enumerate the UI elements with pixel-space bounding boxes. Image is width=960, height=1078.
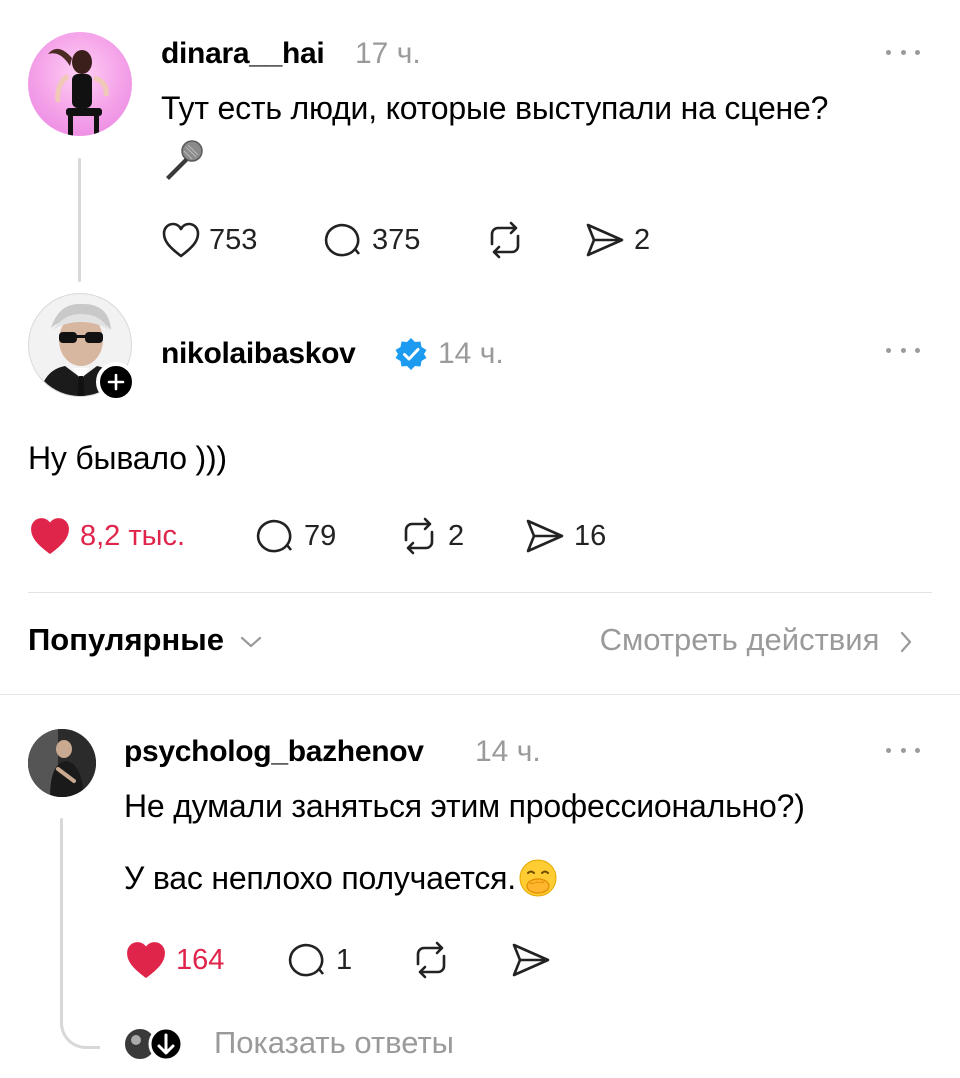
share-icon xyxy=(512,943,550,977)
repost-button[interactable] xyxy=(410,940,452,980)
comment-count: 1 xyxy=(336,943,353,976)
divider xyxy=(0,694,960,695)
post-text: Ну бывало ))) xyxy=(28,440,227,476)
plus-icon xyxy=(107,373,125,391)
like-count: 8,2 тыс. xyxy=(80,519,186,552)
share-button[interactable] xyxy=(510,940,552,980)
post-author[interactable]: nikolaibaskov xyxy=(161,337,356,371)
sort-label: Популярные xyxy=(28,622,224,657)
comment-icon xyxy=(324,223,361,257)
heart-icon xyxy=(127,942,165,978)
comment-icon xyxy=(256,519,293,553)
hand-over-mouth-emoji xyxy=(519,859,557,897)
repost-icon xyxy=(490,221,520,259)
like-button[interactable]: 164 xyxy=(124,940,224,980)
comment-icon xyxy=(288,943,325,977)
comment-button[interactable]: 1 xyxy=(288,940,352,980)
chevron-right-icon xyxy=(900,631,912,652)
like-button[interactable]: 753 xyxy=(161,220,257,260)
post-timestamp: 17 ч. xyxy=(355,37,421,70)
reply-avatars[interactable] xyxy=(122,1026,188,1062)
repost-button[interactable] xyxy=(484,220,526,260)
avatar-psycholog-bazhenov[interactable] xyxy=(28,729,96,797)
comment-button[interactable]: 79 xyxy=(256,516,336,556)
repost-icon xyxy=(416,941,446,979)
verified-badge-icon xyxy=(394,337,428,371)
reply-text-line-2-text: У вас неплохо получается. xyxy=(124,860,516,896)
repost-count: 2 xyxy=(448,519,465,552)
heart-icon xyxy=(162,222,200,258)
sort-dropdown[interactable]: Популярные xyxy=(28,622,263,658)
divider xyxy=(28,592,932,593)
avatar-dinara[interactable] xyxy=(28,32,132,136)
post-timestamp: 14 ч. xyxy=(438,337,504,370)
like-count: 753 xyxy=(209,223,258,256)
post-text: Тут есть люди, которые выступали на сцен… xyxy=(161,90,829,126)
share-button[interactable]: 16 xyxy=(524,516,606,556)
follow-button[interactable] xyxy=(96,362,136,402)
thread-connector xyxy=(60,1005,100,1049)
like-button[interactable]: 8,2 тыс. xyxy=(28,516,185,556)
show-replies-link[interactable]: Показать ответы xyxy=(214,1025,454,1061)
share-count: 16 xyxy=(574,519,607,552)
reply-author[interactable]: psycholog_bazhenov xyxy=(124,735,424,769)
share-icon xyxy=(586,223,624,257)
reply-timestamp: 14 ч. xyxy=(475,735,541,768)
like-count: 164 xyxy=(176,943,225,976)
share-button[interactable]: 2 xyxy=(584,220,650,260)
more-icon[interactable] xyxy=(886,345,920,355)
heart-icon xyxy=(31,518,69,554)
post-author[interactable]: dinara__hai xyxy=(161,37,325,71)
chevron-down-icon xyxy=(240,636,261,647)
reply-text-line-2: У вас неплохо получается. xyxy=(124,859,558,898)
comment-button[interactable]: 375 xyxy=(324,220,420,260)
repost-button[interactable]: 2 xyxy=(398,516,464,556)
comment-count: 79 xyxy=(304,519,337,552)
thread-line xyxy=(60,818,63,1028)
more-icon[interactable] xyxy=(886,745,920,755)
reply-text-line-1: Не думали заняться этим профессионально?… xyxy=(124,788,805,824)
microphone-icon xyxy=(160,137,206,183)
share-count: 2 xyxy=(634,223,651,256)
view-activity-label: Смотреть действия xyxy=(599,622,880,657)
more-icon[interactable] xyxy=(886,47,920,57)
share-icon xyxy=(526,519,564,553)
repost-icon xyxy=(404,517,434,555)
view-activity-link[interactable]: Смотреть действия xyxy=(600,622,914,658)
thread-line xyxy=(78,158,81,282)
comment-count: 375 xyxy=(372,223,421,256)
